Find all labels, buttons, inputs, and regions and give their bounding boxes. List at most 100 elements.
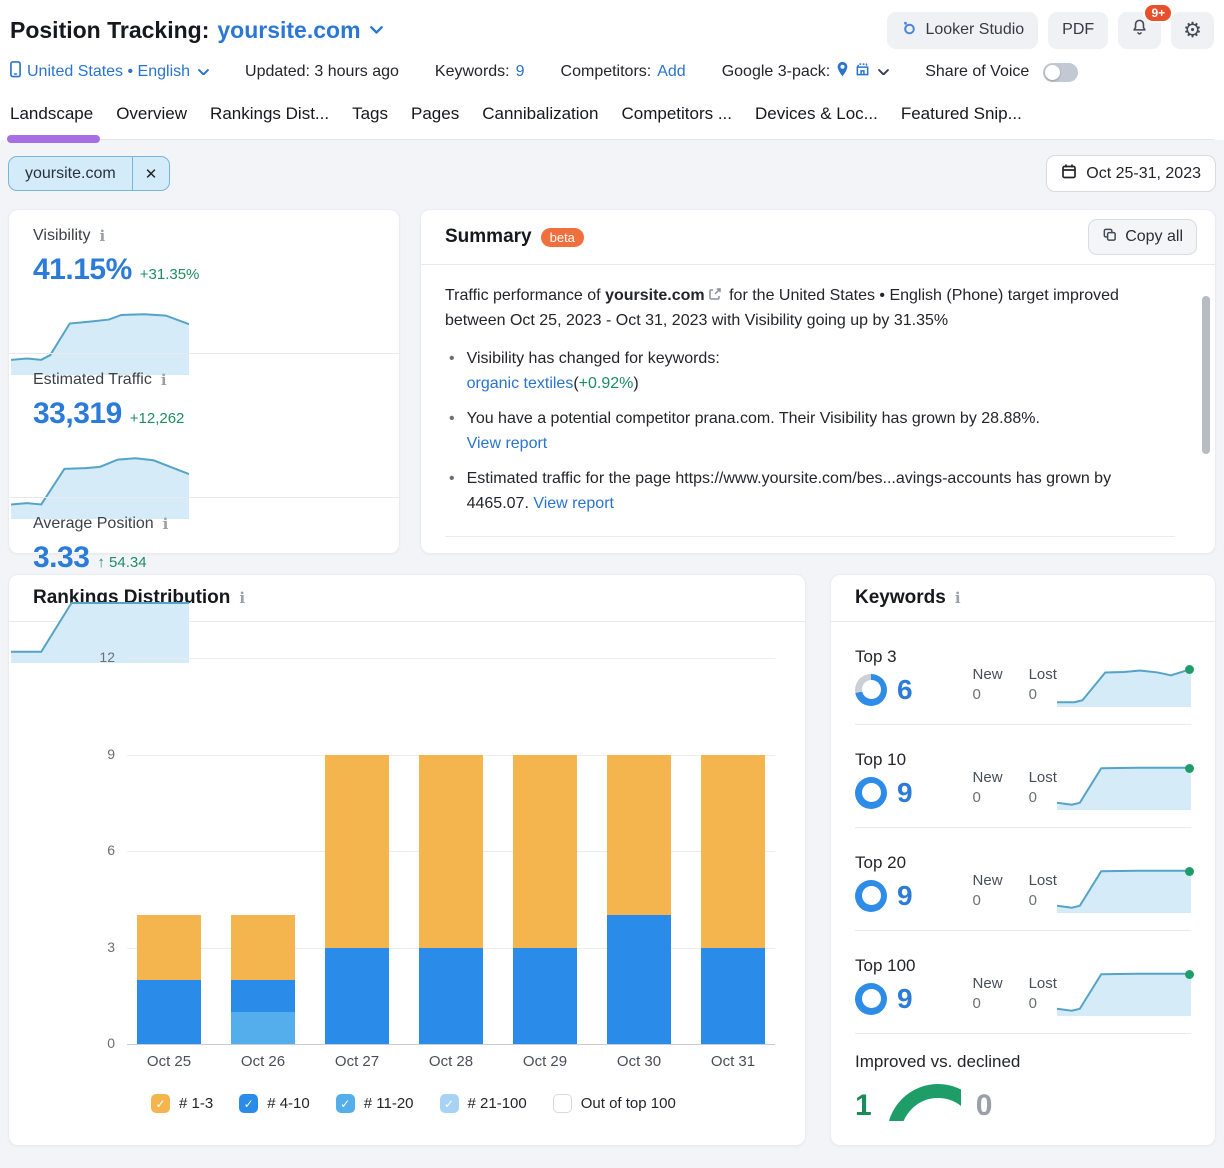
- lost-column: Lost0: [1029, 975, 1057, 1012]
- competitors-add: Competitors: Add: [561, 63, 686, 81]
- new-label: New: [973, 666, 1003, 683]
- visibility-delta: +31.35%: [140, 266, 200, 283]
- keyword-value-row: 9: [855, 983, 973, 1015]
- new-lost-block: New 0 Lost0: [973, 666, 1057, 703]
- google-3-pack-selector[interactable]: Google 3-pack:: [722, 61, 890, 83]
- lost-value: 0: [1029, 892, 1057, 909]
- bar-oct-30[interactable]: [607, 658, 671, 1044]
- info-icon[interactable]: i: [955, 589, 961, 607]
- x-tick-oct-28: Oct 28: [419, 1053, 483, 1070]
- legend-item-out-of-top-100[interactable]: Out of top 100: [553, 1094, 676, 1113]
- new-value: 0: [973, 686, 1003, 703]
- competitors-add-link[interactable]: Add: [657, 63, 685, 81]
- external-link-icon[interactable]: [708, 287, 722, 301]
- legend-item-1-3[interactable]: ✓# 1-3: [151, 1094, 213, 1113]
- tab-tags[interactable]: Tags: [352, 100, 388, 139]
- bar-oct-31[interactable]: [701, 658, 765, 1044]
- legend-label: Out of top 100: [581, 1095, 676, 1112]
- bar-oct-27[interactable]: [325, 658, 389, 1044]
- site-filter-label: yoursite.com: [9, 157, 132, 190]
- tab-cannibalization[interactable]: Cannibalization: [482, 100, 598, 139]
- lost-label: Lost: [1029, 975, 1057, 992]
- segment-4-10: [701, 948, 765, 1045]
- checkbox-11-20[interactable]: ✓: [336, 1094, 355, 1113]
- checkbox-out-of-top-100[interactable]: [553, 1094, 572, 1113]
- y-tick: 9: [75, 746, 115, 762]
- looker-studio-button[interactable]: Looker Studio: [887, 12, 1038, 49]
- keywords-rows: Top 36New0Lost0Top 109New0Lost0Top 209Ne…: [831, 622, 1215, 1033]
- copy-all-button[interactable]: Copy all: [1088, 219, 1197, 255]
- segment-1-3: [513, 755, 577, 948]
- keyword-count: 9: [897, 777, 913, 809]
- view-report-link[interactable]: View report: [467, 435, 548, 452]
- site-filter-chip[interactable]: yoursite.com ✕: [8, 156, 170, 191]
- header-title-row: Position Tracking: yoursite.com Looker S…: [10, 10, 1214, 50]
- date-range-picker[interactable]: Oct 25-31, 2023: [1046, 155, 1216, 192]
- settings-button[interactable]: ⚙: [1171, 12, 1214, 49]
- share-of-voice-control: Share of Voice: [925, 63, 1078, 82]
- y-tick: 3: [75, 939, 115, 955]
- progress-ring: [855, 674, 887, 706]
- new-value: 0: [973, 892, 1003, 909]
- view-report-link[interactable]: View report: [533, 495, 614, 512]
- info-icon[interactable]: i: [161, 371, 167, 389]
- chevron-down-icon[interactable]: [370, 26, 383, 34]
- rd-plot: 036912: [127, 658, 775, 1044]
- improved-declined-gauge: [887, 1084, 961, 1121]
- info-icon[interactable]: i: [163, 515, 169, 533]
- lost-label: Lost: [1029, 872, 1057, 889]
- tab-featured-snip[interactable]: Featured Snip...: [901, 100, 1022, 139]
- bar-oct-25[interactable]: [137, 658, 201, 1044]
- keyword-row-top-10: Top 109New0Lost0: [831, 725, 1215, 827]
- tab-overview[interactable]: Overview: [116, 100, 187, 139]
- keyword-sparkline: [1057, 865, 1191, 913]
- y-tick: 6: [75, 842, 115, 858]
- scrollbar-thumb[interactable]: [1202, 296, 1210, 454]
- keyword-value-row: 6: [855, 674, 973, 706]
- new-lost-block: New0Lost0: [973, 975, 1057, 1012]
- keywords-count-link[interactable]: 9: [516, 63, 525, 81]
- rankings-distribution-card: Rankings Distributioni Keywords 036912 O…: [8, 574, 806, 1146]
- legend-item-11-20[interactable]: ✓# 11-20: [336, 1094, 414, 1113]
- bar-oct-26[interactable]: [231, 658, 295, 1044]
- average-position-metric: Average Positioni 3.33 ↑ 54.34: [9, 497, 399, 641]
- project-name-dropdown[interactable]: yoursite.com: [217, 17, 360, 44]
- bar-oct-28[interactable]: [419, 658, 483, 1044]
- target-location-selector[interactable]: United States • English: [10, 61, 209, 83]
- pdf-button[interactable]: PDF: [1048, 12, 1108, 49]
- info-icon[interactable]: i: [100, 227, 106, 245]
- tab-pages[interactable]: Pages: [411, 100, 459, 139]
- checkbox-1-3[interactable]: ✓: [151, 1094, 170, 1113]
- share-of-voice-toggle[interactable]: [1043, 63, 1078, 82]
- keyword-delta: +0.92%: [579, 375, 634, 392]
- insight-page-traffic: • Estimated traffic for the page https:/…: [445, 466, 1171, 516]
- lost-column: Lost0: [1029, 666, 1057, 703]
- keyword-link[interactable]: organic textiles: [467, 375, 574, 392]
- checkbox-4-10[interactable]: ✓: [239, 1094, 258, 1113]
- estimated-traffic-metric: Estimated Traffici 33,319 +12,262: [9, 353, 399, 497]
- y-tick: 0: [75, 1035, 115, 1051]
- legend-item-4-10[interactable]: ✓# 4-10: [239, 1094, 310, 1113]
- tab-landscape[interactable]: Landscape: [10, 100, 93, 139]
- progress-ring: [855, 880, 887, 912]
- estimated-traffic-value: 33,319: [33, 397, 122, 431]
- x-tick-oct-31: Oct 31: [701, 1053, 765, 1070]
- estimated-traffic-delta: +12,262: [130, 410, 185, 427]
- keywords-title: Keywords: [855, 587, 946, 609]
- keyword-row-left: Top 209: [855, 853, 973, 912]
- tab-devices-loc[interactable]: Devices & Loc...: [755, 100, 878, 139]
- close-icon[interactable]: ✕: [132, 157, 170, 190]
- new-value: 0: [973, 789, 1003, 806]
- legend-item-21-100[interactable]: ✓# 21-100: [440, 1094, 527, 1113]
- spark-end-dot: [1185, 764, 1194, 773]
- new-label: New: [973, 975, 1003, 992]
- tab-rankings-dist[interactable]: Rankings Dist...: [210, 100, 329, 139]
- bar-oct-29[interactable]: [513, 658, 577, 1044]
- notifications-button[interactable]: 9+: [1118, 12, 1161, 49]
- checkbox-21-100[interactable]: ✓: [440, 1094, 459, 1113]
- summary-paragraph: Traffic performance of yoursite.com for …: [445, 283, 1171, 333]
- rankings-distribution-chart: Keywords 036912 Oct 25Oct 26Oct 27Oct 28…: [9, 622, 805, 1113]
- keyword-count: 9: [897, 880, 913, 912]
- tab-competitors[interactable]: Competitors ...: [621, 100, 732, 139]
- calendar-icon: [1061, 163, 1077, 184]
